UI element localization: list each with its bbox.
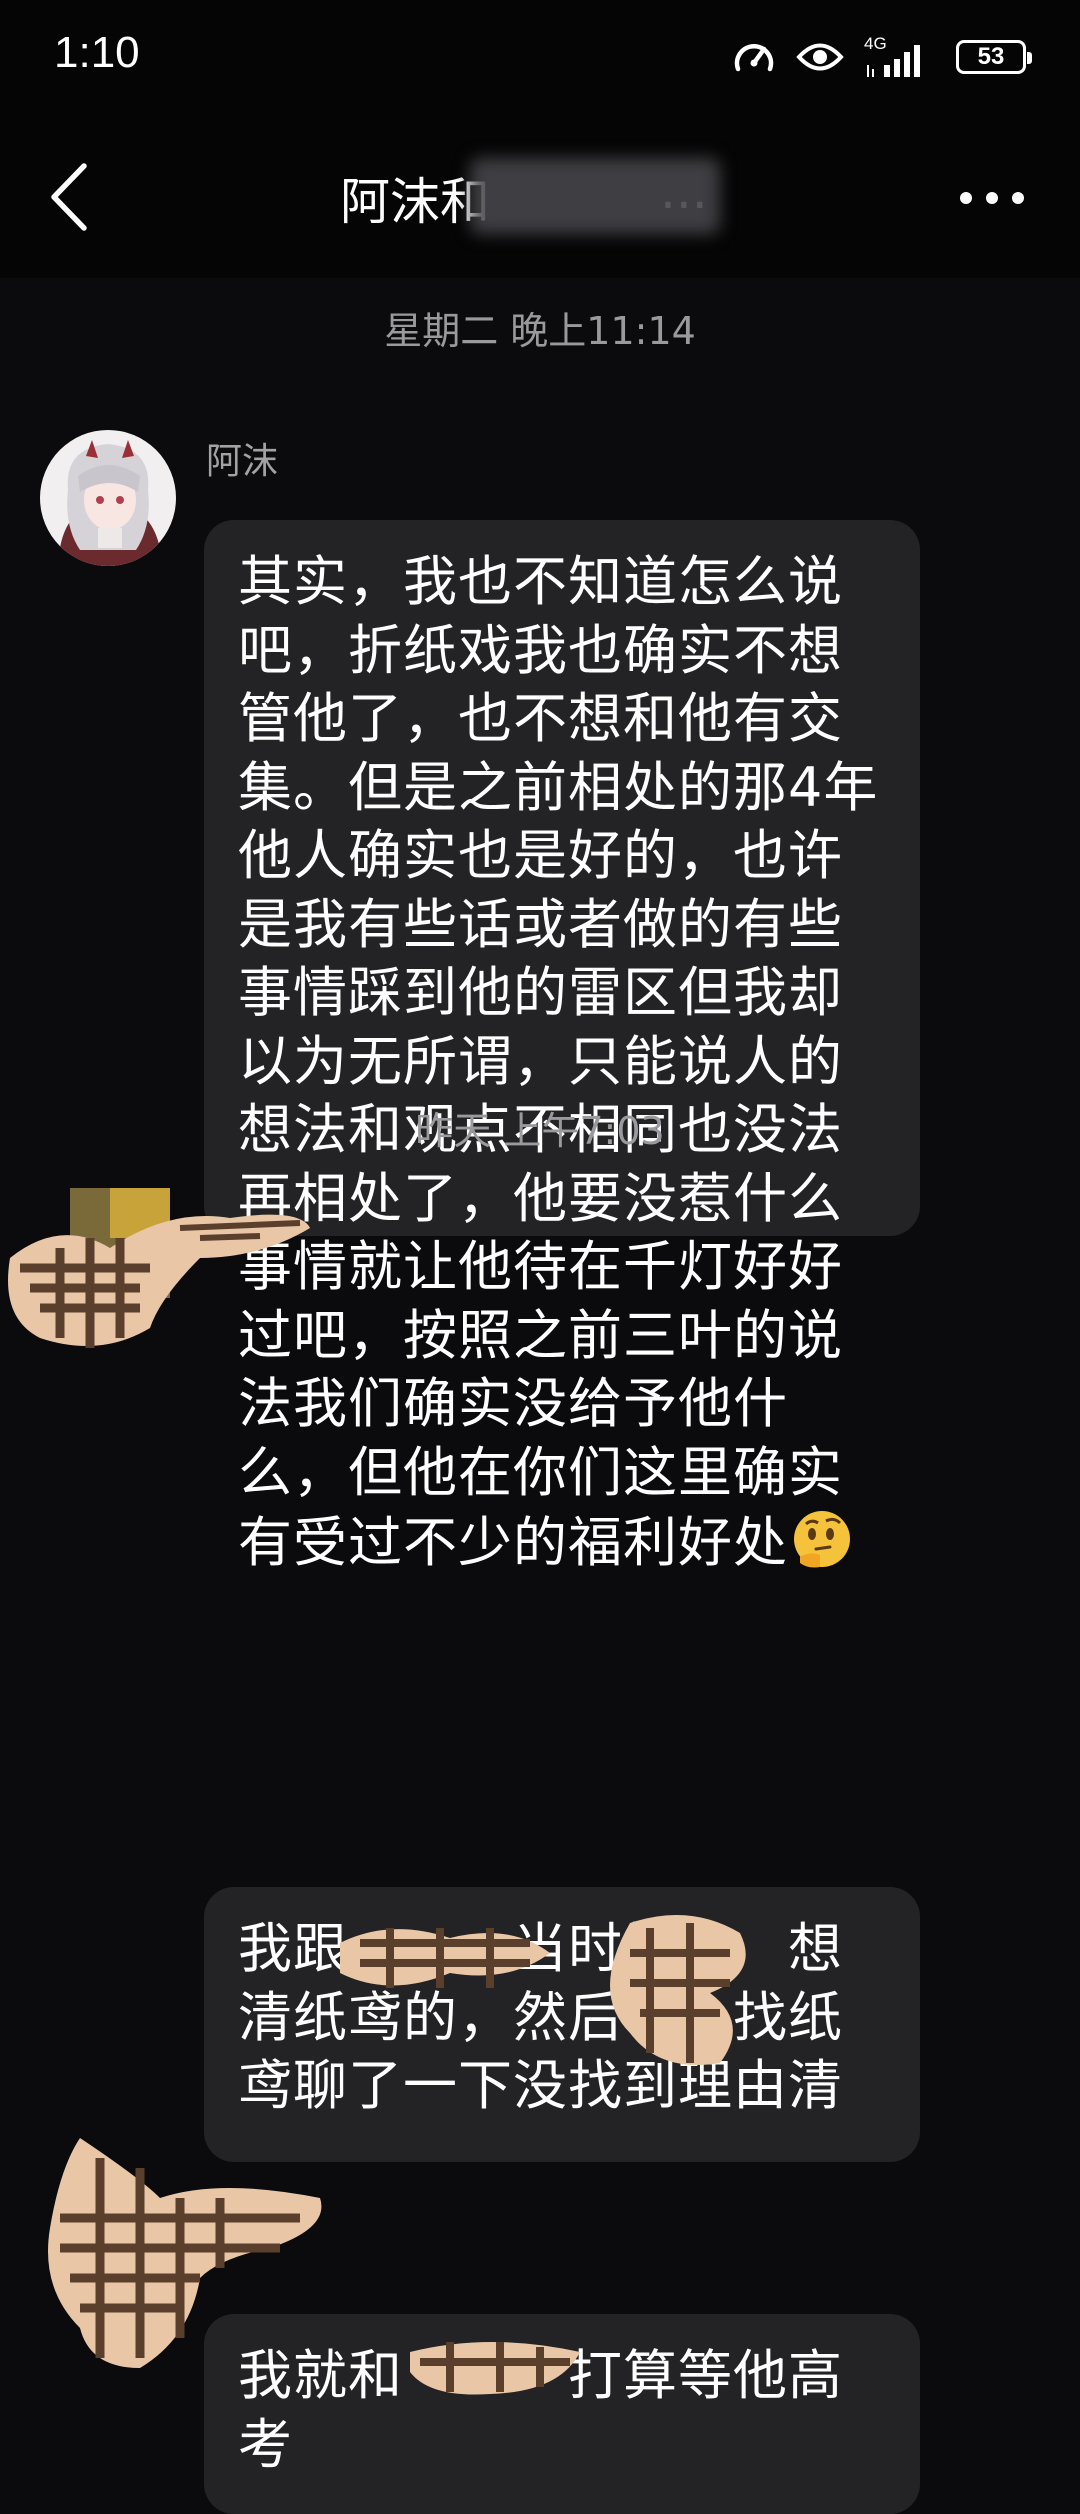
- back-button[interactable]: [30, 152, 110, 242]
- anime-avatar-image: [40, 430, 176, 566]
- timestamp-tuesday: 星期二 晚上11:14: [384, 309, 696, 353]
- message-list[interactable]: 星期二 晚上11:14 阿沫 其实，我也不知道怎么说吧，折纸戏我也确实不想管他了…: [0, 278, 1080, 2514]
- status-time: 1:10: [54, 28, 140, 77]
- network-indicator: 4G: [864, 35, 936, 79]
- status-bar: 1:10 4G 53: [0, 0, 1080, 118]
- avatar-redacted-1[interactable]: [0, 1178, 310, 1358]
- redaction-scribble-icon: [610, 1915, 746, 2065]
- avatar-amo[interactable]: [40, 430, 176, 566]
- sender-name-amo: 阿沫: [206, 441, 279, 482]
- chat-title-text: 阿沫和: [340, 173, 490, 231]
- battery-indicator: 53: [956, 40, 1032, 74]
- message-text-1: 其实，我也不知道怎么说吧，折纸戏我也确实不想管他了，也不想和他有交集。但是之前相…: [238, 550, 879, 1574]
- chat-title-bar: 阿沫和 ...: [0, 118, 1080, 278]
- timestamp-yesterday: 昨天 上午7:03: [415, 1109, 665, 1153]
- status-icons: 4G 53: [732, 32, 1032, 82]
- signal-bars-icon: [867, 45, 920, 77]
- redaction-scribble-icon: [8, 1188, 310, 1348]
- speedometer-icon: [734, 44, 774, 72]
- more-button[interactable]: [942, 168, 1042, 228]
- redaction-scribble-icon: [410, 2342, 580, 2395]
- more-dots-icon: [960, 192, 1024, 204]
- message-bubble-2[interactable]: 我跟 当时找 想清纸鸢的，然后 找纸鸢聊了一下没找到理由清: [204, 1887, 920, 2162]
- thinking-face-emoji: [790, 1507, 854, 1588]
- title-redaction: [470, 158, 720, 234]
- chevron-left-icon: [51, 163, 87, 231]
- redaction-scribble-icon: [340, 1928, 550, 1988]
- eye-icon: [796, 43, 844, 71]
